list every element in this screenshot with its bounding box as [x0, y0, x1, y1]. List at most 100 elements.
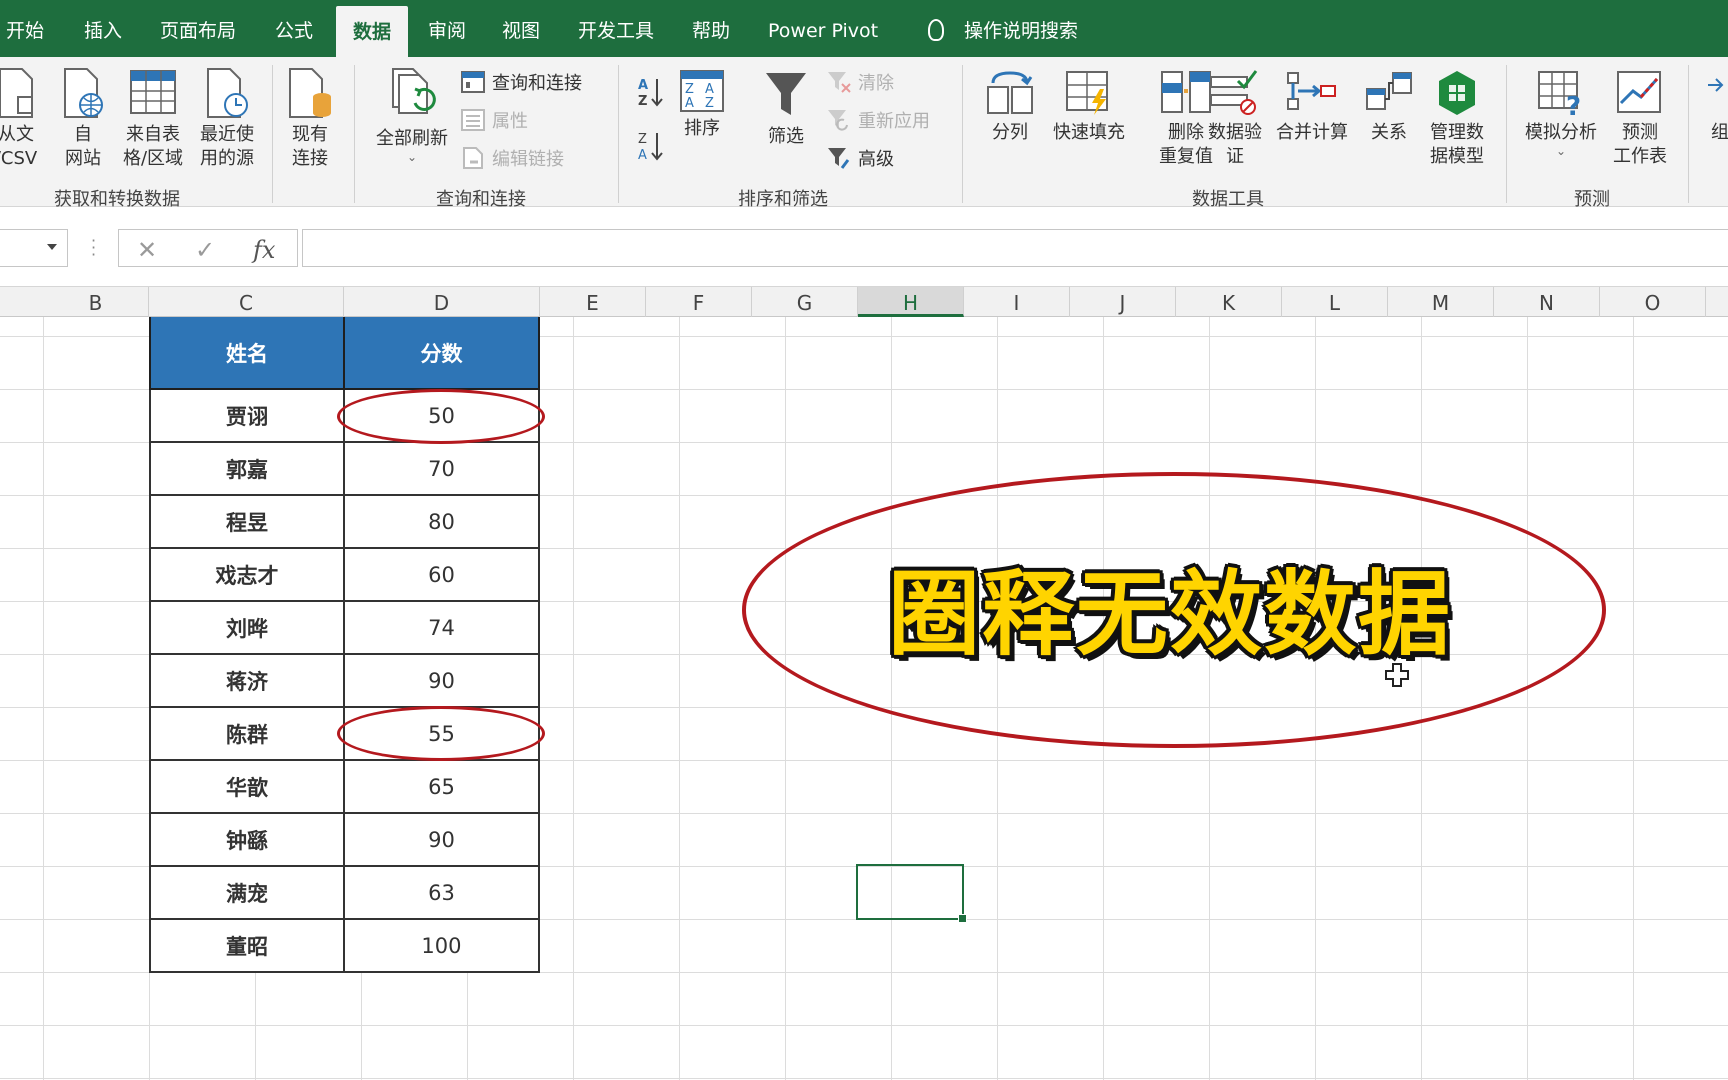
tell-me-search[interactable]: 操作说明搜索	[928, 0, 1078, 57]
tab-developer[interactable]: 开发工具	[578, 0, 654, 57]
score-cell[interactable]: 100	[342, 918, 541, 973]
from-table-range-button[interactable]: 来自表 格/区域	[118, 67, 188, 171]
tab-view[interactable]: 视图	[502, 0, 540, 57]
enter-icon[interactable]: ✓	[195, 236, 215, 264]
data-model-icon	[1439, 71, 1475, 115]
tab-help[interactable]: 帮助	[692, 0, 730, 57]
properties-button[interactable]: 属性	[460, 107, 528, 133]
data-validation-label: 数据验 证	[1208, 122, 1262, 167]
insert-function-icon[interactable]: fx	[253, 236, 275, 264]
table-row: 华歆 65	[149, 759, 541, 814]
name-cell[interactable]: 戏志才	[149, 547, 345, 602]
cancel-icon[interactable]: ✕	[137, 236, 157, 264]
tab-page-layout[interactable]: 页面布局	[160, 0, 236, 57]
score-cell[interactable]: 60	[342, 547, 541, 602]
score-cell[interactable]: 90	[342, 812, 541, 867]
column-header-g[interactable]: G	[752, 287, 858, 317]
name-box[interactable]	[0, 229, 68, 267]
tab-home[interactable]: 开始	[6, 0, 44, 57]
column-header-h[interactable]: H	[858, 287, 964, 317]
name-cell[interactable]: 郭嘉	[149, 441, 345, 496]
outline-arrow-icon	[1708, 78, 1724, 92]
column-header-e[interactable]: E	[540, 287, 646, 317]
tab-power-pivot[interactable]: Power Pivot	[768, 0, 878, 57]
sort-ascending-button[interactable]: AZ	[636, 75, 666, 115]
svg-text:?: ?	[1566, 92, 1581, 117]
active-cell-h[interactable]	[856, 864, 967, 923]
svg-text:Z: Z	[638, 132, 647, 147]
filter-button[interactable]: 筛选	[756, 69, 816, 149]
from-table-label: 来自表 格/区域	[122, 124, 184, 169]
name-cell[interactable]: 华歆	[149, 759, 345, 814]
column-header-j[interactable]: J	[1070, 287, 1176, 317]
name-cell[interactable]: 刘晔	[149, 600, 345, 655]
table-header-row: 姓名 分数	[149, 317, 541, 390]
column-header-m[interactable]: M	[1388, 287, 1494, 317]
tab-data[interactable]: 数据	[336, 6, 408, 63]
advanced-filter-button[interactable]: 高级	[826, 145, 894, 171]
column-header-l[interactable]: L	[1282, 287, 1388, 317]
svg-text:A: A	[705, 82, 714, 97]
manage-data-model-button[interactable]: 管理数 据模型	[1420, 69, 1494, 169]
from-text-csv-button[interactable]: 从文 /CSV	[0, 67, 46, 171]
score-cell[interactable]: 74	[342, 600, 541, 655]
outline-group-button[interactable]: 组	[1700, 69, 1728, 145]
tab-review[interactable]: 审阅	[428, 0, 466, 57]
reapply-button[interactable]: 重新应用	[826, 107, 930, 133]
column-header-b[interactable]: B	[43, 287, 149, 317]
edit-links-label: 编辑链接	[492, 149, 564, 170]
group-separator	[1506, 65, 1507, 203]
formula-bar-resize-handle[interactable]: · · ·	[91, 233, 96, 263]
column-header-c[interactable]: C	[149, 287, 344, 317]
data-validation-button[interactable]: 数据验 证	[1202, 69, 1268, 169]
tab-insert[interactable]: 插入	[84, 0, 122, 57]
consolidate-button[interactable]: 合并计算	[1272, 69, 1352, 145]
score-cell[interactable]: 90	[342, 653, 541, 708]
name-cell[interactable]: 满宠	[149, 865, 345, 920]
table-row: 钟繇 90	[149, 812, 541, 867]
column-header-d[interactable]: D	[344, 287, 540, 317]
name-cell[interactable]: 贾诩	[149, 388, 345, 443]
clear-label: 清除	[858, 73, 894, 94]
clear-filter-button[interactable]: 清除	[826, 69, 894, 95]
refresh-all-button[interactable]: 全部刷新 ⌄	[370, 67, 454, 163]
score-cell[interactable]: 65	[342, 759, 541, 814]
queries-connections-button[interactable]: 查询和连接	[460, 69, 582, 95]
text-to-columns-label: 分列	[992, 122, 1028, 143]
text-file-icon	[0, 68, 33, 118]
column-header-n[interactable]: N	[1494, 287, 1600, 317]
table-row: 董昭 100	[149, 918, 541, 973]
column-header-i[interactable]: I	[964, 287, 1070, 317]
chevron-down-icon[interactable]	[47, 244, 57, 250]
relationships-button[interactable]: 关系	[1364, 69, 1414, 145]
text-to-columns-button[interactable]: 分列	[978, 69, 1042, 145]
name-cell[interactable]: 蒋济	[149, 653, 345, 708]
score-cell[interactable]: 63	[342, 865, 541, 920]
column-header-f[interactable]: F	[646, 287, 752, 317]
sort-button[interactable]: ZAAZ 排序	[676, 69, 728, 141]
header-cell-score[interactable]: 分数	[342, 317, 541, 390]
edit-links-icon	[463, 147, 483, 169]
recent-sources-button[interactable]: 最近使 用的源	[192, 67, 262, 171]
score-cell[interactable]: 80	[342, 494, 541, 549]
column-header-o[interactable]: O	[1600, 287, 1706, 317]
forecast-sheet-button[interactable]: 预测 工作表	[1608, 69, 1672, 169]
existing-connections-button[interactable]: 现有 连接	[282, 67, 338, 171]
flash-fill-icon	[1066, 71, 1108, 115]
tab-formulas[interactable]: 公式	[275, 0, 313, 57]
name-cell[interactable]: 程昱	[149, 494, 345, 549]
formula-input[interactable]	[302, 229, 1728, 267]
edit-links-button[interactable]: 编辑链接	[460, 145, 564, 171]
flash-fill-button[interactable]: 快速填充	[1044, 69, 1134, 145]
score-cell[interactable]: 70	[342, 441, 541, 496]
sort-descending-button[interactable]: ZA	[636, 129, 666, 169]
name-cell[interactable]: 陈群	[149, 706, 345, 761]
existing-connections-icon	[289, 68, 331, 118]
name-cell[interactable]: 董昭	[149, 918, 345, 973]
what-if-analysis-button[interactable]: ? 模拟分析 ⌄	[1516, 69, 1606, 157]
from-web-button[interactable]: 自 网站	[58, 67, 108, 171]
formula-buttons: ✕ ✓ fx	[118, 229, 298, 267]
header-cell-name[interactable]: 姓名	[149, 317, 345, 390]
column-header-k[interactable]: K	[1176, 287, 1282, 317]
name-cell[interactable]: 钟繇	[149, 812, 345, 867]
